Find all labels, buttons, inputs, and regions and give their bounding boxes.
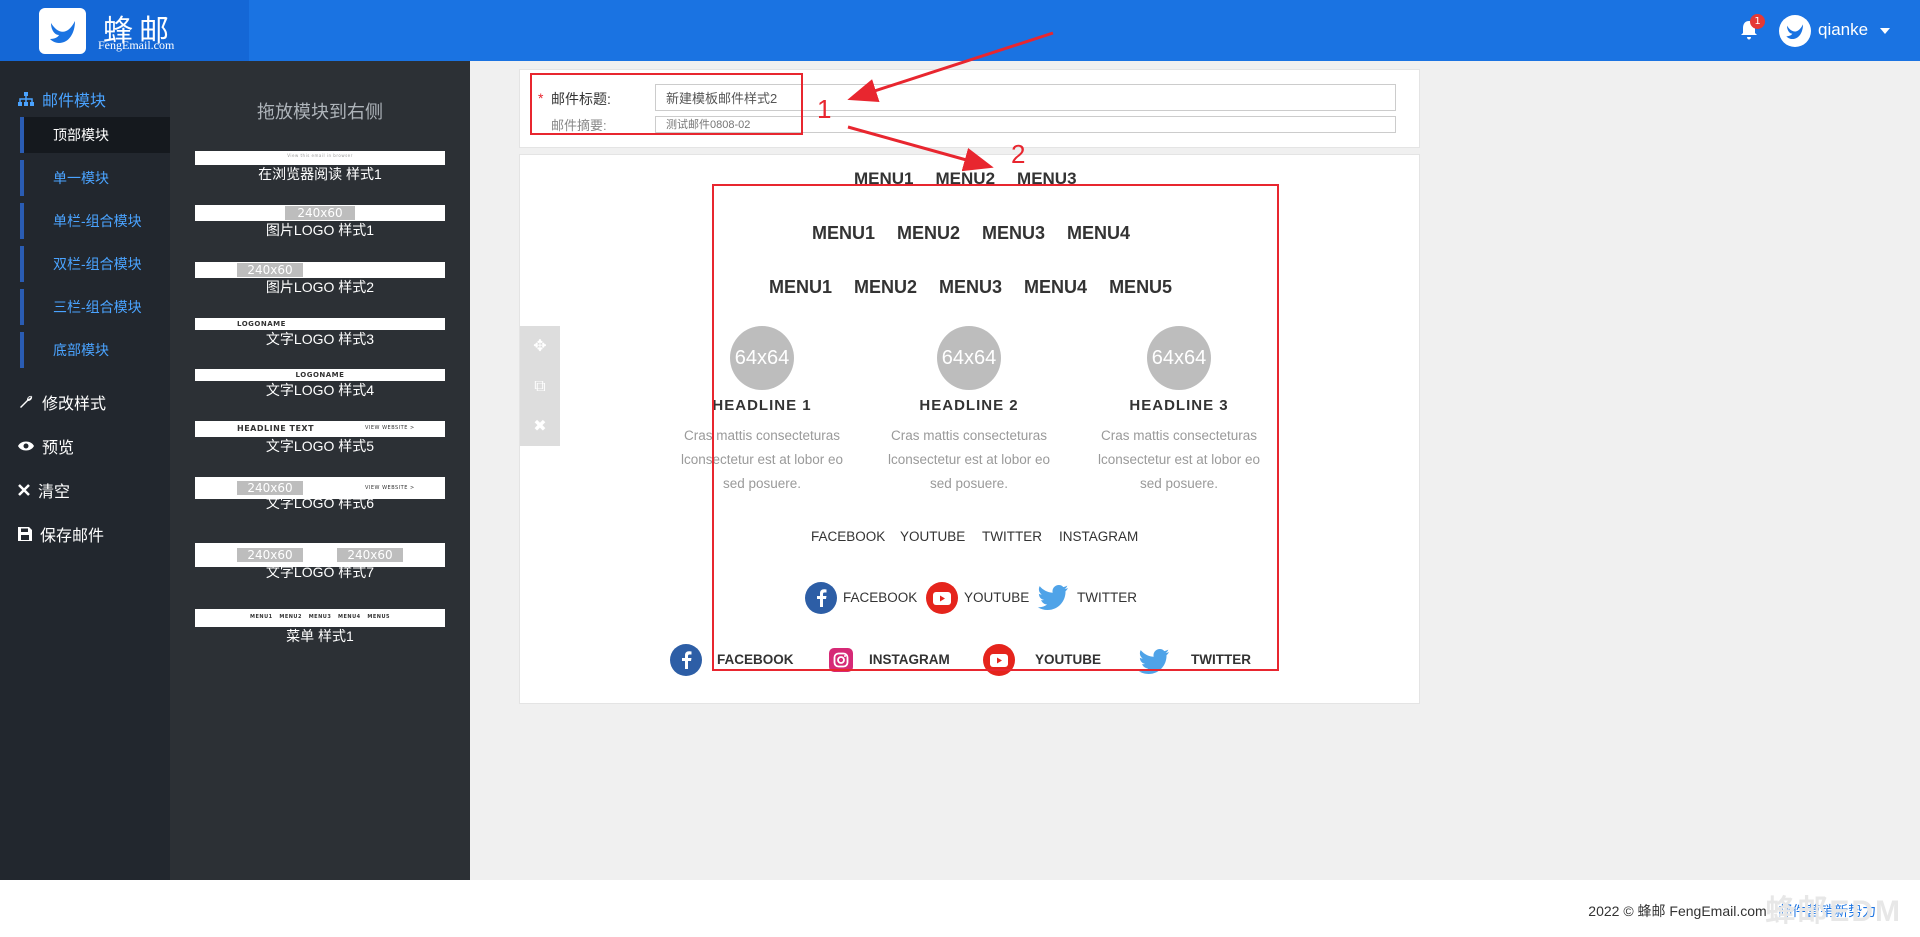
sidebar-item-preview[interactable]: 预览 (18, 434, 74, 458)
module-label: 文字LOGO 样式3 (265, 331, 375, 347)
thumb-text: LOGONAME (237, 320, 286, 328)
module-label: 文字LOGO 样式5 (265, 438, 375, 454)
module-label: 菜单 样式1 (286, 628, 354, 644)
footer-copyright: 2022 © 蜂邮 FengEmail.com (1588, 903, 1767, 919)
sidebar-subitem-bottom[interactable]: 底部模块 (20, 332, 170, 368)
module-label: 图片LOGO 样式1 (265, 222, 375, 238)
module-text-logo-7[interactable]: 240x60 240x60 文字LOGO 样式7 (195, 543, 445, 581)
module-thumbnail: HEADLINE TEXT VIEW WEBSITE > (195, 421, 445, 437)
module-label: 在浏览器阅读 样式1 (258, 166, 382, 182)
sidebar-subitem-two-column[interactable]: 双栏-组合模块 (20, 246, 170, 282)
module-text-logo-4[interactable]: LOGONAME 文字LOGO 样式4 (195, 369, 445, 399)
notification-badge: 1 (1750, 14, 1765, 29)
module-label: 文字LOGO 样式4 (265, 382, 375, 398)
module-text-logo-6[interactable]: 240x60 VIEW WEBSITE > 文字LOGO 样式6 (195, 477, 445, 512)
module-thumbnail: LOGONAME (195, 369, 445, 381)
module-read-in-browser[interactable]: View this email in browser 在浏览器阅读 样式1 (195, 151, 445, 183)
module-text-logo-3[interactable]: LOGONAME 文字LOGO 样式3 (195, 318, 445, 348)
annotation-box-subject (530, 73, 803, 135)
thumb-placeholder: 240x60 (237, 548, 303, 562)
sidebar-section-label: 邮件模块 (42, 93, 107, 110)
footer: 2022 © 蜂邮 FengEmail.com | 邮件营销新势力! (0, 880, 1920, 937)
sidebar-item-label: 保存邮件 (40, 528, 105, 545)
module-thumbnail: MENU1 MENU2 MENU3 MENU4 MENU5 (195, 609, 445, 627)
module-thumbnail: LOGONAME (195, 318, 445, 330)
sitemap-icon (18, 92, 34, 106)
module-image-logo-1[interactable]: 240x60 图片LOGO 样式1 (195, 205, 445, 239)
thumb-placeholder: 240x60 (285, 206, 355, 220)
annotation-box-canvas (712, 184, 1279, 671)
bird-logo-icon (39, 8, 86, 54)
thumb-placeholder: 240x60 (237, 481, 303, 495)
sidebar-subitem-three-column[interactable]: 三栏-组合模块 (20, 289, 170, 325)
sidebar-item-label: 修改样式 (42, 396, 107, 413)
thumb-text-right: VIEW WEBSITE > (365, 485, 415, 491)
thumb-text: HEADLINE TEXT (237, 424, 315, 433)
sidebar-subitem-single[interactable]: 单一模块 (20, 160, 170, 196)
annotation-label-2: 2 (1011, 139, 1026, 169)
thumb-text: LOGONAME (295, 371, 345, 379)
module-thumbnail: 240x60 (195, 205, 445, 221)
sidebar-item-edit-style[interactable]: 修改样式 (18, 390, 106, 414)
thumb-text: View this email in browser (287, 153, 353, 158)
module-image-logo-2[interactable]: 240x60 图片LOGO 样式2 (195, 262, 445, 296)
sidebar-subitem-top[interactable]: 顶部模块 (20, 117, 170, 153)
module-panel-title: 拖放模块到右侧 (257, 102, 383, 122)
facebook-icon[interactable] (670, 644, 702, 676)
module-panel: 拖放模块到右侧 View this email in browser 在浏览器阅… (170, 61, 470, 880)
module-thumbnail: 240x60 240x60 (195, 543, 445, 567)
sidebar-item-clear[interactable]: 清空 (18, 478, 70, 502)
copy-icon[interactable]: ⧉ (520, 366, 560, 406)
module-label: 图片LOGO 样式2 (265, 279, 375, 295)
caret-down-icon[interactable] (1880, 28, 1890, 34)
floppy-icon (18, 527, 32, 541)
watermark: 蜂邮EDM (1765, 895, 1902, 928)
thumb-text: MENU1 MENU2 MENU3 MENU4 MENU5 (250, 614, 390, 620)
eye-icon (18, 441, 34, 451)
module-thumbnail: 240x60 VIEW WEBSITE > (195, 477, 445, 499)
avatar[interactable] (1779, 15, 1811, 47)
brand[interactable]: 蜂邮 FengEmail.com (0, 0, 249, 61)
brand-subtitle: FengEmail.com (98, 38, 175, 52)
block-toolbar: ✥ ⧉ ✖ (520, 326, 560, 446)
module-thumbnail: View this email in browser (195, 151, 445, 165)
sidebar-item-modules[interactable]: 邮件模块 (18, 87, 106, 111)
sidebar-item-label: 预览 (42, 440, 75, 457)
wrench-icon (20, 395, 33, 408)
sidebar-item-save[interactable]: 保存邮件 (18, 522, 104, 546)
close-icon (18, 484, 30, 496)
sidebar-item-label: 清空 (38, 484, 71, 501)
top-bar: 蜂邮 FengEmail.com 1 qianke (0, 0, 1920, 61)
thumb-placeholder: 240x60 (237, 263, 303, 277)
sidebar-subitem-one-column[interactable]: 单栏-组合模块 (20, 203, 170, 239)
move-icon[interactable]: ✥ (520, 326, 560, 366)
sidebar: 邮件模块 顶部模块 单一模块 单栏-组合模块 双栏-组合模块 三栏-组合模块 底… (0, 61, 170, 880)
delete-icon[interactable]: ✖ (520, 406, 560, 446)
annotation-label-1: 1 (817, 94, 832, 124)
thumb-text-right: VIEW WEBSITE > (365, 425, 415, 431)
username[interactable]: qianke (1818, 20, 1868, 40)
module-menu-1[interactable]: MENU1 MENU2 MENU3 MENU4 MENU5 菜单 样式1 (195, 609, 445, 645)
module-thumbnail: 240x60 (195, 262, 445, 278)
thumb-placeholder-right: 240x60 (337, 548, 403, 562)
module-text-logo-5[interactable]: HEADLINE TEXT VIEW WEBSITE > 文字LOGO 样式5 (195, 421, 445, 455)
